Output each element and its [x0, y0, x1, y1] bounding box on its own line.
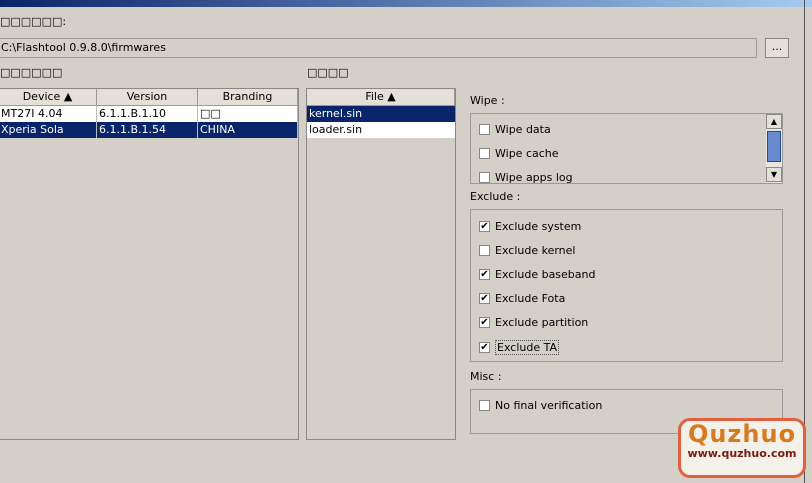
column-branding[interactable]: Branding: [198, 89, 298, 106]
table-cell: Xperia Sola: [0, 122, 97, 138]
checkbox-exclude-kernel[interactable]: Exclude kernel: [479, 244, 575, 257]
checked-icon[interactable]: ✔: [479, 221, 490, 232]
scroll-thumb[interactable]: [767, 131, 781, 162]
divider: [804, 0, 805, 483]
wipe-scrollbar[interactable]: ▲ ▼: [766, 114, 782, 183]
checked-icon[interactable]: ✔: [479, 269, 490, 280]
file-row[interactable]: loader.sin: [307, 122, 455, 138]
checkbox-no-final-verification[interactable]: No final verification: [479, 399, 602, 412]
checkbox-label: Wipe cache: [495, 147, 559, 160]
checkbox-label: Wipe apps log: [495, 171, 573, 184]
checked-icon[interactable]: ✔: [479, 317, 490, 328]
unchecked-icon[interactable]: [479, 400, 490, 411]
path-input[interactable]: C:\Flashtool 0.9.8.0\firmwares: [0, 38, 757, 58]
checked-icon[interactable]: ✔: [479, 293, 490, 304]
checkbox-label: No final verification: [495, 399, 603, 412]
scroll-up-icon[interactable]: ▲: [766, 114, 782, 129]
exclude-group: ✔ Exclude system Exclude kernel ✔ Exclude ba…: [470, 209, 783, 362]
table-cell: □□: [198, 106, 298, 122]
checkbox-label: Exclude system: [495, 220, 582, 233]
checkbox-label: Exclude baseband: [495, 268, 596, 281]
column-file[interactable]: File ▲: [307, 89, 455, 106]
exclude-label: Exclude :: [470, 190, 521, 203]
checked-icon[interactable]: ✔: [479, 342, 490, 353]
file-table: File ▲ kernel.sin loader.sin: [306, 88, 456, 440]
checkbox-label: Wipe data: [495, 123, 551, 136]
checkbox-exclude-baseband[interactable]: ✔ Exclude baseband: [479, 268, 596, 281]
unchecked-icon[interactable]: [479, 148, 490, 159]
checkbox-label: Exclude kernel: [495, 244, 576, 257]
column-version[interactable]: Version: [97, 89, 198, 106]
file-row[interactable]: kernel.sin: [307, 106, 455, 122]
checkbox-label: Exclude TA: [495, 340, 559, 355]
browse-button[interactable]: ...: [765, 38, 789, 58]
column-device[interactable]: Device ▲: [0, 89, 97, 106]
table-cell: 6.1.1.B.1.10: [97, 106, 198, 122]
watermark-logo: Quzhuo www.quzhuo.com: [678, 418, 806, 478]
table-cell: CHINA: [198, 122, 298, 138]
checkbox-exclude-fota[interactable]: ✔ Exclude Fota: [479, 292, 565, 305]
folder-label: □□□□□□:: [0, 15, 67, 28]
table-row[interactable]: Xperia Sola 6.1.1.B.1.54 CHINA: [0, 122, 298, 138]
checkbox-label: Exclude Fota: [495, 292, 566, 305]
checkbox-wipe-cache[interactable]: Wipe cache: [479, 147, 559, 160]
checkbox-exclude-partition[interactable]: ✔ Exclude partition: [479, 316, 588, 329]
unchecked-icon[interactable]: [479, 245, 490, 256]
watermark-url: www.quzhuo.com: [687, 447, 797, 460]
scroll-down-icon[interactable]: ▼: [766, 167, 782, 182]
files-label: □□□□: [307, 66, 349, 79]
misc-label: Misc :: [470, 370, 502, 383]
table-cell: MT27I 4.04: [0, 106, 97, 122]
checkbox-exclude-ta[interactable]: ✔ Exclude TA: [479, 340, 559, 355]
table-cell: 6.1.1.B.1.54: [97, 122, 198, 138]
wipe-group: Wipe data Wipe cache Wipe apps log ▲ ▼: [470, 113, 783, 184]
unchecked-icon[interactable]: [479, 124, 490, 135]
checkbox-exclude-system[interactable]: ✔ Exclude system: [479, 220, 581, 233]
checkbox-label: Exclude partition: [495, 316, 589, 329]
table-row[interactable]: MT27I 4.04 6.1.1.B.1.10 □□: [0, 106, 298, 122]
wipe-label: Wipe :: [470, 94, 505, 107]
devices-label: □□□□□□: [0, 66, 63, 79]
checkbox-wipe-apps-log[interactable]: Wipe apps log: [479, 171, 573, 184]
device-table: Device ▲ Version Branding MT27I 4.04 6.1.…: [0, 88, 299, 440]
watermark-brand: Quzhuo: [687, 420, 797, 448]
title-bar: [0, 0, 812, 7]
unchecked-icon[interactable]: [479, 172, 490, 183]
checkbox-wipe-data[interactable]: Wipe data: [479, 123, 551, 136]
